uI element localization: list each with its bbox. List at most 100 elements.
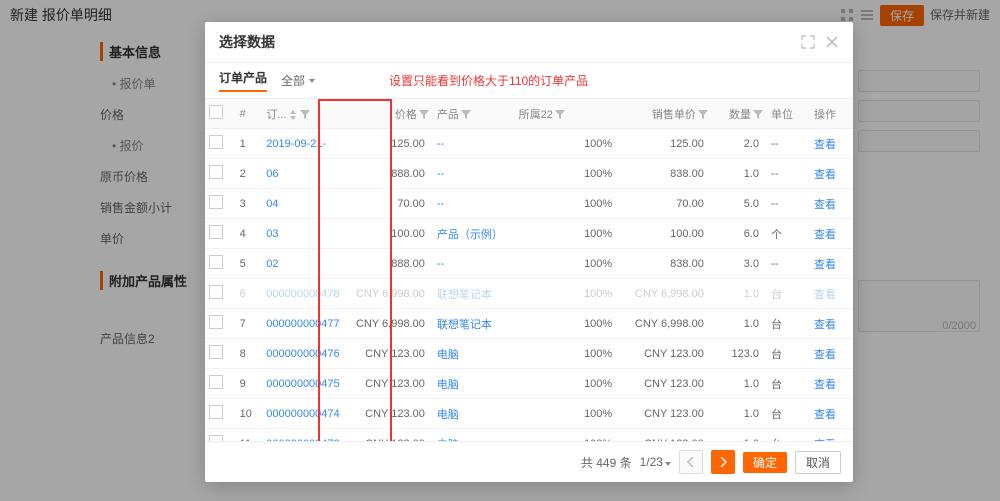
- cell-product[interactable]: 联想笔记本: [433, 279, 515, 309]
- cell-pct: 100%: [580, 129, 629, 159]
- select-all-checkbox[interactable]: [209, 105, 223, 119]
- table-header-row: # 订... 价格 产品 所属22 销售单价 数量 单位 操作: [205, 99, 853, 129]
- cell-op[interactable]: 查看: [810, 249, 853, 279]
- cell-order[interactable]: 02: [262, 249, 350, 279]
- cell-attr: [515, 129, 580, 159]
- modal-title: 选择数据: [219, 32, 275, 52]
- cell-index: 10: [236, 399, 263, 429]
- cell-product[interactable]: 联想笔记本: [433, 309, 515, 339]
- cell-price: 125.00: [350, 129, 433, 159]
- cell-product[interactable]: 产品（示例）: [433, 219, 515, 249]
- cell-pct: 100%: [580, 219, 629, 249]
- cell-unit: 台: [767, 429, 810, 442]
- cell-index: 6: [236, 279, 263, 309]
- table-row[interactable]: 7000000000477CNY 6,998.00联想笔记本100%CNY 6,…: [205, 309, 853, 339]
- cell-index: 7: [236, 309, 263, 339]
- cell-order[interactable]: 03: [262, 219, 350, 249]
- page-indicator[interactable]: 1/23: [640, 455, 671, 469]
- cell-op[interactable]: 查看: [810, 309, 853, 339]
- cell-op[interactable]: 查看: [810, 399, 853, 429]
- col-price[interactable]: 价格: [350, 99, 433, 129]
- cell-product[interactable]: 电脑: [433, 369, 515, 399]
- cell-op[interactable]: 查看: [810, 429, 853, 442]
- table-row[interactable]: 206888.00--100%838.001.0--查看: [205, 159, 853, 189]
- cell-op[interactable]: 查看: [810, 219, 853, 249]
- row-checkbox[interactable]: [209, 195, 223, 209]
- row-checkbox[interactable]: [209, 225, 223, 239]
- cell-order[interactable]: 000000000475: [262, 369, 350, 399]
- col-sale[interactable]: 销售单价: [629, 99, 712, 129]
- table-row[interactable]: 8000000000476CNY 123.00电脑100%CNY 123.001…: [205, 339, 853, 369]
- cell-order[interactable]: 000000000474: [262, 399, 350, 429]
- col-order[interactable]: 订...: [262, 99, 350, 129]
- table-row[interactable]: 502888.00--100%838.003.0--查看: [205, 249, 853, 279]
- cell-index: 5: [236, 249, 263, 279]
- row-checkbox[interactable]: [209, 315, 223, 329]
- cell-pct: 100%: [580, 429, 629, 442]
- data-table: # 订... 价格 产品 所属22 销售单价 数量 单位 操作 12019-09…: [205, 99, 853, 441]
- cell-qty: 1.0: [712, 279, 767, 309]
- row-checkbox[interactable]: [209, 345, 223, 359]
- table-row[interactable]: 6000000000478CNY 6,998.00联想笔记本100%CNY 6,…: [205, 279, 853, 309]
- table-row[interactable]: 12019-09-21-125.00--100%125.002.0--查看: [205, 129, 853, 159]
- col-attr[interactable]: 所属22: [515, 99, 580, 129]
- row-checkbox[interactable]: [209, 285, 223, 299]
- filter-icon: [753, 110, 763, 120]
- cell-order[interactable]: 000000000477: [262, 309, 350, 339]
- cell-sale: CNY 6,998.00: [629, 279, 712, 309]
- next-page-button[interactable]: [711, 450, 735, 474]
- table-row[interactable]: 11000000000473CNY 123.00电脑100%CNY 123.00…: [205, 429, 853, 442]
- row-checkbox[interactable]: [209, 435, 223, 441]
- row-checkbox[interactable]: [209, 375, 223, 389]
- table-row[interactable]: 403100.00产品（示例）100%100.006.0个查看: [205, 219, 853, 249]
- cell-op[interactable]: 查看: [810, 189, 853, 219]
- cell-unit: --: [767, 159, 810, 189]
- cell-qty: 1.0: [712, 159, 767, 189]
- table-row[interactable]: 10000000000474CNY 123.00电脑100%CNY 123.00…: [205, 399, 853, 429]
- expand-icon[interactable]: [801, 35, 815, 49]
- cell-order[interactable]: 000000000478: [262, 279, 350, 309]
- cell-sale: 100.00: [629, 219, 712, 249]
- cell-op[interactable]: 查看: [810, 369, 853, 399]
- row-checkbox[interactable]: [209, 405, 223, 419]
- tab-order-product[interactable]: 订单产品: [219, 69, 267, 92]
- confirm-button[interactable]: 确定: [743, 452, 787, 473]
- row-checkbox[interactable]: [209, 135, 223, 149]
- cell-pct: 100%: [580, 399, 629, 429]
- cell-product[interactable]: 电脑: [433, 429, 515, 442]
- col-product[interactable]: 产品: [433, 99, 515, 129]
- cell-price: CNY 123.00: [350, 399, 433, 429]
- row-checkbox[interactable]: [209, 165, 223, 179]
- sort-icon: [288, 110, 298, 120]
- prev-page-button[interactable]: [679, 450, 703, 474]
- cell-op[interactable]: 查看: [810, 129, 853, 159]
- table-row[interactable]: 9000000000475CNY 123.00电脑100%CNY 123.001…: [205, 369, 853, 399]
- cell-op[interactable]: 查看: [810, 159, 853, 189]
- table-row[interactable]: 30470.00--100%70.005.0--查看: [205, 189, 853, 219]
- cell-product[interactable]: --: [433, 129, 515, 159]
- cell-order[interactable]: 04: [262, 189, 350, 219]
- row-checkbox[interactable]: [209, 255, 223, 269]
- cell-op[interactable]: 查看: [810, 339, 853, 369]
- cell-qty: 1.0: [712, 369, 767, 399]
- cell-unit: --: [767, 189, 810, 219]
- cell-product[interactable]: --: [433, 189, 515, 219]
- cell-order[interactable]: 06: [262, 159, 350, 189]
- cell-product[interactable]: 电脑: [433, 399, 515, 429]
- cell-op[interactable]: 查看: [810, 279, 853, 309]
- col-qty[interactable]: 数量: [712, 99, 767, 129]
- cell-attr: [515, 279, 580, 309]
- cell-order[interactable]: 2019-09-21-: [262, 129, 350, 159]
- cell-order[interactable]: 000000000476: [262, 339, 350, 369]
- cell-product[interactable]: --: [433, 249, 515, 279]
- cell-order[interactable]: 000000000473: [262, 429, 350, 442]
- cell-product[interactable]: 电脑: [433, 339, 515, 369]
- cancel-button[interactable]: 取消: [795, 451, 841, 474]
- close-icon[interactable]: [825, 35, 839, 49]
- cell-unit: 台: [767, 279, 810, 309]
- cell-attr: [515, 399, 580, 429]
- cell-qty: 6.0: [712, 219, 767, 249]
- cell-qty: 2.0: [712, 129, 767, 159]
- cell-product[interactable]: --: [433, 159, 515, 189]
- tab-filter-all[interactable]: 全部: [281, 72, 315, 89]
